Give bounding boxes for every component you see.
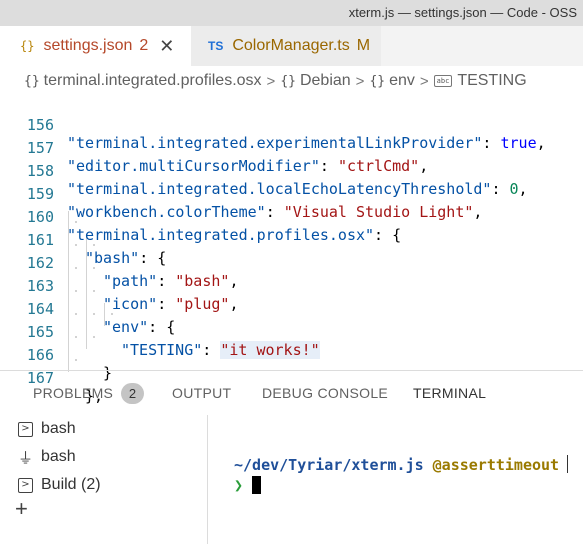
code-line: 161 "bash": { (0, 211, 583, 267)
breadcrumb-item[interactable]: terminal.integrated.profiles.osx (44, 72, 262, 90)
terminal-icon: > (18, 421, 33, 437)
code-line: 165 "TESTING": "it works!" (0, 303, 583, 359)
terminal-tab-item[interactable]: ⏚ bash (18, 445, 76, 469)
breadcrumb: {} terminal.integrated.profiles.osx > {}… (0, 66, 583, 96)
terminal-tab-label: bash (41, 448, 76, 465)
problems-badge: 2 (139, 37, 149, 54)
terminal-prompt-line: ~/dev/Tyriar/xterm.js @asserttimeout (234, 456, 559, 474)
terminal-tab-item[interactable]: > Build (2) (18, 473, 101, 497)
breadcrumb-item[interactable]: Debian (300, 72, 351, 90)
code-line: 167 }, (0, 349, 583, 405)
tab-colormanager-ts[interactable]: TS ColorManager.ts M (191, 26, 381, 66)
chevron-right-icon: > (355, 72, 365, 90)
modified-badge: M (356, 37, 371, 54)
code-line: 166 } (0, 326, 583, 382)
tab-label: settings.json (43, 37, 133, 54)
terminal-cwd: ~/dev/Tyriar/xterm.js (234, 456, 424, 474)
code-line: 156 "terminal.integrated.experimentalLin… (0, 96, 583, 152)
code-line: 160 "terminal.integrated.profiles.osx": … (0, 188, 583, 244)
chevron-right-icon: > (419, 72, 429, 90)
breadcrumb-item[interactable]: env (389, 72, 415, 90)
chevron-right-icon: > (266, 72, 276, 90)
prompt-chevron-icon: ❯ (234, 476, 244, 494)
tab-problems[interactable]: PROBLEMS (33, 385, 113, 401)
code-line: 159 "workbench.colorTheme": "Visual Stud… (0, 165, 583, 221)
editor-tab-bar: {} settings.json 2 ✕ TS ColorManager.ts … (0, 26, 583, 66)
terminal-tabs-list: > bash ⏚ bash > Build (2) + (0, 415, 208, 544)
object-icon: {} (280, 73, 296, 89)
object-icon: {} (24, 73, 40, 89)
code-line: 163 "icon": "plug", (0, 257, 583, 313)
string-icon: abc (433, 75, 453, 87)
tab-debug-console[interactable]: DEBUG CONSOLE (262, 385, 388, 401)
window-title: xterm.js — settings.json — Code - OSS (348, 5, 577, 20)
terminal-tab-label: Build (2) (41, 476, 101, 493)
tab-label: ColorManager.ts (232, 37, 350, 54)
terminal-icon: > (18, 477, 33, 493)
typescript-file-icon: TS (208, 39, 224, 53)
terminal-cursor (252, 476, 262, 494)
tab-output[interactable]: OUTPUT (172, 385, 231, 401)
json-file-icon: {} (20, 39, 35, 53)
terminal-separator (567, 455, 568, 473)
code-line: 157 "editor.multiCursorModifier": "ctrlC… (0, 119, 583, 175)
code-line: 162 "path": "bash", (0, 234, 583, 290)
object-icon: {} (369, 73, 386, 89)
breadcrumb-item[interactable]: TESTING (457, 72, 526, 90)
terminal-git-branch: @asserttimeout (432, 456, 560, 474)
tab-settings-json[interactable]: {} settings.json 2 ✕ (0, 26, 191, 66)
panel-tab-bar: PROBLEMS 2 OUTPUT DEBUG CONSOLE TERMINAL (0, 371, 583, 415)
terminal-input-line: ❯ (234, 476, 262, 494)
problems-count-badge: 2 (121, 383, 144, 404)
plus-icon[interactable]: + (15, 498, 28, 520)
code-line: 164 "env": { (0, 280, 583, 336)
title-bar: xterm.js — settings.json — Code - OSS (0, 0, 583, 26)
code-line: 158 "terminal.integrated.localEchoLatenc… (0, 142, 583, 198)
close-icon[interactable]: ✕ (159, 36, 174, 57)
terminal-tab-item[interactable]: > bash (18, 417, 76, 441)
terminal-tab-label: bash (41, 420, 76, 437)
terminal-view[interactable]: ~/dev/Tyriar/xterm.js @asserttimeout ❯ (209, 415, 583, 544)
code-editor[interactable]: 156 "terminal.integrated.experimentalLin… (0, 96, 583, 405)
plug-icon: ⏚ (18, 449, 34, 467)
tab-terminal[interactable]: TERMINAL (413, 385, 486, 401)
